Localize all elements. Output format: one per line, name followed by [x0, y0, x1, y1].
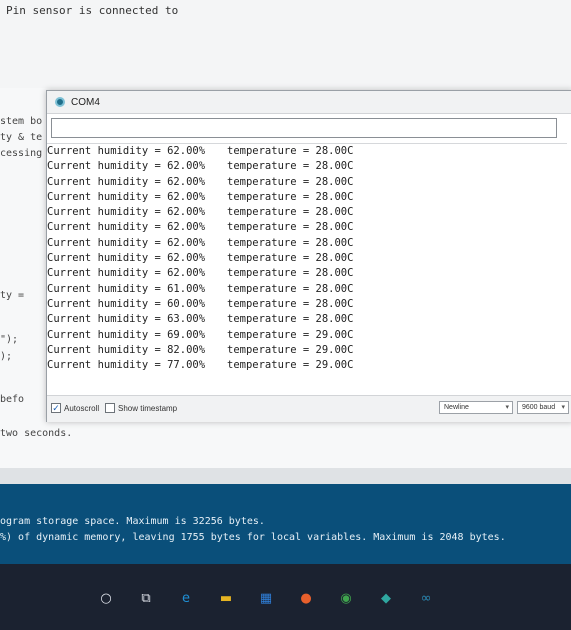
serial-line: Current humidity = 62.00% temperature = 2…	[47, 220, 567, 235]
humidity-reading: Current humidity = 61.00%	[47, 282, 206, 295]
humidity-reading: Current humidity = 62.00%	[47, 267, 206, 280]
serial-line: Current humidity = 63.00% temperature = 2…	[47, 312, 567, 327]
temperature-reading: temperature = 28.00C	[227, 175, 354, 188]
firefox-icon[interactable]: ●	[296, 588, 316, 608]
console-line: %) of dynamic memory, leaving 1755 bytes…	[0, 532, 506, 543]
file-explorer-icon[interactable]: ▬	[216, 588, 236, 608]
serial-line: Current humidity = 62.00% temperature = 2…	[47, 159, 567, 174]
humidity-reading: Current humidity = 62.00%	[47, 190, 206, 203]
code-fragment: cessing	[0, 148, 43, 159]
serial-line: Current humidity = 62.00% temperature = 2…	[47, 236, 567, 251]
code-fragment: ");	[0, 334, 19, 345]
serial-line: Current humidity = 61.00% temperature = 2…	[47, 282, 567, 297]
serial-line: Current humidity = 82.00% temperature = 2…	[47, 343, 567, 358]
temperature-reading: temperature = 28.00C	[227, 206, 354, 219]
code-fragment: two seconds.	[0, 428, 73, 439]
humidity-reading: Current humidity = 69.00%	[47, 328, 206, 341]
serial-send-input[interactable]	[51, 118, 557, 138]
code-fragment: );	[0, 351, 13, 362]
task-view-icon[interactable]: ⧉	[136, 588, 156, 608]
serial-line: Current humidity = 62.00% temperature = 2…	[47, 144, 567, 159]
chevron-down-icon: ▾	[561, 404, 565, 411]
code-fragment: ty & te	[0, 132, 43, 143]
code-fragment: stem bo	[0, 116, 43, 127]
humidity-reading: Current humidity = 62.00%	[47, 160, 206, 173]
console-divider	[0, 468, 571, 484]
temperature-reading: temperature = 28.00C	[227, 282, 354, 295]
temperature-reading: temperature = 29.00C	[227, 328, 354, 341]
code-fragment: ty =	[0, 290, 25, 301]
show-timestamp-label: Show timestamp	[118, 404, 178, 413]
humidity-reading: Current humidity = 62.00%	[47, 145, 206, 157]
serial-line: Current humidity = 62.00% temperature = 2…	[47, 190, 567, 205]
serial-line: Current humidity = 62.00% temperature = 2…	[47, 175, 567, 190]
code-line: Pin sensor is connected to	[6, 4, 179, 17]
chevron-down-icon: ▾	[505, 404, 509, 411]
compiler-output-console[interactable]: ogram storage space. Maximum is 32256 by…	[0, 484, 571, 564]
line-ending-select[interactable]: Newline ▾	[439, 401, 513, 414]
serial-line: Current humidity = 60.00% temperature = 2…	[47, 297, 567, 312]
chrome-icon[interactable]: ◉	[336, 588, 356, 608]
temperature-reading: temperature = 28.00C	[227, 252, 354, 265]
show-timestamp-checkbox[interactable]	[105, 403, 115, 413]
console-line: ogram storage space. Maximum is 32256 by…	[0, 516, 265, 527]
arduino-icon[interactable]: ∞	[416, 588, 436, 608]
autoscroll-checkbox[interactable]: ✓	[51, 403, 61, 413]
serial-line: Current humidity = 62.00% temperature = 2…	[47, 251, 567, 266]
autoscroll-label: Autoscroll	[64, 404, 100, 413]
temperature-reading: temperature = 28.00C	[227, 267, 354, 280]
humidity-reading: Current humidity = 62.00%	[47, 175, 206, 188]
serial-line: Current humidity = 69.00% temperature = 2…	[47, 328, 567, 343]
humidity-reading: Current humidity = 62.00%	[47, 252, 206, 265]
app-icon[interactable]: ◆	[376, 588, 396, 608]
store-icon[interactable]: ▦	[256, 588, 276, 608]
temperature-reading: temperature = 28.00C	[227, 145, 354, 157]
code-fragment: befo	[0, 394, 25, 405]
window-title: COM4	[71, 96, 100, 108]
humidity-reading: Current humidity = 62.00%	[47, 236, 206, 249]
serial-monitor-titlebar[interactable]: COM4	[47, 91, 571, 114]
serial-line: Current humidity = 62.00% temperature = 2…	[47, 266, 567, 281]
temperature-reading: temperature = 28.00C	[227, 313, 354, 326]
humidity-reading: Current humidity = 62.00%	[47, 206, 206, 219]
serial-monitor-footer: ✓ Autoscroll Show timestamp Newline ▾ 96…	[47, 395, 571, 422]
humidity-reading: Current humidity = 77.00%	[47, 359, 206, 372]
temperature-reading: temperature = 28.00C	[227, 236, 354, 249]
temperature-reading: temperature = 28.00C	[227, 297, 354, 310]
arduino-app-icon	[55, 97, 65, 107]
baud-rate-value: 9600 baud	[522, 404, 556, 411]
line-ending-value: Newline	[444, 404, 469, 411]
baud-rate-select[interactable]: 9600 baud ▾	[517, 401, 569, 414]
humidity-reading: Current humidity = 63.00%	[47, 313, 206, 326]
search-icon[interactable]: ○	[96, 588, 116, 608]
edge-icon[interactable]: e	[176, 588, 196, 608]
humidity-reading: Current humidity = 60.00%	[47, 297, 206, 310]
serial-line: Current humidity = 77.00% temperature = 2…	[47, 358, 567, 373]
humidity-reading: Current humidity = 82.00%	[47, 343, 206, 356]
temperature-reading: temperature = 28.00C	[227, 160, 354, 173]
temperature-reading: temperature = 29.00C	[227, 343, 354, 356]
ide-message-area: Pin sensor is connected to	[0, 0, 571, 89]
serial-output[interactable]: Current humidity = 62.00% temperature = 2…	[47, 143, 567, 392]
serial-line: Current humidity = 62.00% temperature = 2…	[47, 205, 567, 220]
temperature-reading: temperature = 29.00C	[227, 359, 354, 372]
temperature-reading: temperature = 28.00C	[227, 190, 354, 203]
taskbar: ○ ⧉ e ▬ ▦ ● ◉ ◆ ∞	[0, 564, 571, 630]
humidity-reading: Current humidity = 62.00%	[47, 221, 206, 234]
temperature-reading: temperature = 28.00C	[227, 221, 354, 234]
serial-monitor-window[interactable]: COM4 Current humidity = 62.00% temperatur…	[46, 90, 571, 422]
